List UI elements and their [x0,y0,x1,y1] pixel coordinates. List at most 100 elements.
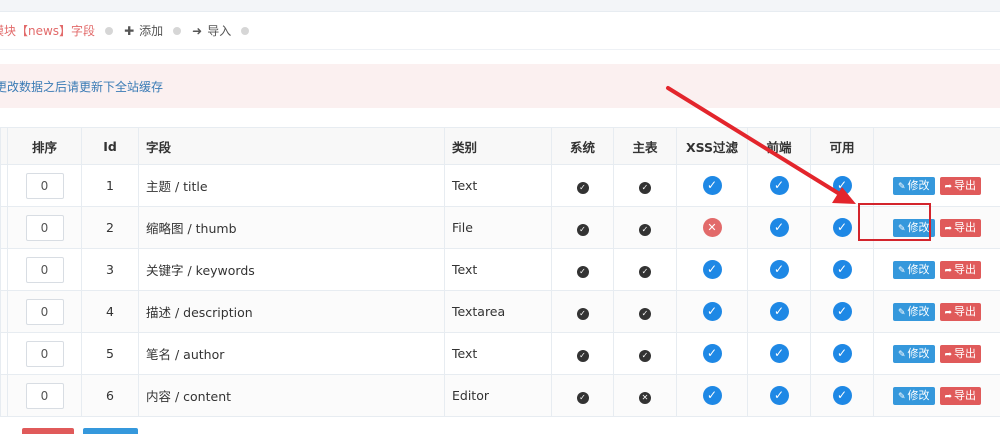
system-cell: ✓ [551,164,614,207]
edit-button[interactable]: ✎ 修改 [892,176,935,195]
header-main: 主表 [613,127,677,165]
enabled-check-icon[interactable]: ✓ [832,176,852,195]
enabled-cell: ✓ [810,332,874,375]
export-button[interactable]: ➦ 导出 [939,344,982,363]
export-button[interactable]: ➦ 导出 [939,386,982,405]
actions-cell: ✎ 修改 ➦ 导出 [873,290,1000,333]
type-cell: Text [444,164,552,207]
xss-check-icon[interactable]: ✓ [702,302,722,321]
enabled-cell: ✓ [810,248,874,291]
order-input[interactable] [25,298,64,325]
row-checkbox-cell[interactable] [0,290,8,333]
main-check-icon: ✓ [639,349,651,362]
xss-check-icon[interactable]: ✓ [702,260,722,279]
id-cell: 6 [81,374,139,417]
alert-text: 更改数据之后请更新下全站缓存 [0,79,164,94]
enabled-check-icon[interactable]: ✓ [832,302,852,321]
edit-button[interactable]: ✎ 修改 [892,344,935,363]
order-input[interactable] [25,172,64,199]
main-check-icon: ✓ [639,265,651,278]
table-row: 1主题 / titleText ✓ ✓ ✓ ✓ ✓ ✎修改➦导出 [0,164,1000,207]
row-checkbox-cell[interactable] [0,164,8,207]
export-icon: ➦ [944,181,953,192]
export-icon: ➦ [944,307,953,318]
xss-x-icon[interactable]: ✕ [702,218,722,237]
select-all-header[interactable] [0,127,8,165]
tab-bar: 模块【news】字段 ✚ 添加 ➜ 导入 [0,12,1000,50]
system-cell: ✓ [551,290,614,333]
tab-import[interactable]: ➜ 导入 [192,22,231,39]
row-checkbox-cell[interactable] [0,332,8,375]
field-cell: 主题 / title [138,164,445,207]
order-input[interactable] [25,340,64,367]
front-check-icon[interactable]: ✓ [769,386,789,405]
header-xss: XSS过滤 [676,127,748,165]
xss-check-icon[interactable]: ✓ [702,386,722,405]
table-row: 4描述 / descriptionTextarea ✓ ✓ ✓ ✓ ✓ ✎修改➦导出 [0,290,1000,333]
edit-icon: ✎ [897,307,906,318]
front-check-icon[interactable]: ✓ [769,176,789,195]
header-system: 系统 [551,127,614,165]
order-input[interactable] [25,382,64,409]
system-cell: ✓ [551,332,614,375]
header-actions [873,127,1000,165]
type-cell: Text [444,248,552,291]
order-input[interactable] [25,256,64,283]
row-checkbox-cell[interactable] [0,206,8,249]
main-cell: ✓ [613,248,677,291]
front-check-icon[interactable]: ✓ [769,302,789,321]
main-cell: ✕ [613,374,677,417]
export-icon: ➦ [944,391,953,402]
enabled-cell: ✓ [810,164,874,207]
xss-check-icon[interactable]: ✓ [702,344,722,363]
edit-button[interactable]: ✎ 修改 [892,386,935,405]
enabled-check-icon[interactable]: ✓ [832,260,852,279]
edit-icon: ✎ [897,265,906,276]
system-check-icon: ✓ [576,223,589,236]
xss-check-icon[interactable]: ✓ [702,176,722,195]
tab-label: 模块【news】字段 [0,24,96,38]
export-button[interactable]: ➦ 导出 [939,260,982,279]
separator-dot [105,26,114,35]
edit-button[interactable]: ✎ 修改 [892,302,935,321]
row-checkbox-cell[interactable] [0,374,8,417]
system-cell: ✓ [551,248,614,291]
order-input[interactable] [25,214,64,241]
edit-button[interactable]: ✎ 修改 [892,260,935,279]
edit-button[interactable]: ✎ 修改 [892,218,935,237]
xss-cell: ✕ [676,206,748,249]
bottom-delete-button[interactable] [22,428,74,434]
main-cell: ✓ [613,332,677,375]
export-icon: ➦ [944,223,953,234]
export-button[interactable]: ➦ 导出 [939,302,982,321]
system-check-icon: ✓ [576,391,589,404]
front-check-icon[interactable]: ✓ [769,344,789,363]
order-cell [7,332,82,375]
system-check-icon: ✓ [576,307,589,320]
system-check-icon: ✓ [576,265,589,278]
top-strip [0,0,1000,12]
export-button[interactable]: ➦ 导出 [939,218,982,237]
front-check-icon[interactable]: ✓ [769,218,789,237]
front-cell: ✓ [747,374,811,417]
id-cell: 2 [81,206,139,249]
main-check-icon: ✓ [639,181,651,194]
system-check-icon: ✓ [576,349,589,362]
xss-cell: ✓ [676,164,748,207]
enabled-check-icon[interactable]: ✓ [832,386,852,405]
front-check-icon[interactable]: ✓ [769,260,789,279]
export-button[interactable]: ➦ 导出 [939,176,982,195]
front-cell: ✓ [747,164,811,207]
tab-add[interactable]: ✚ 添加 [124,22,163,39]
enabled-check-icon[interactable]: ✓ [832,344,852,363]
tab-module-fields[interactable]: 模块【news】字段 [0,22,95,39]
table-row: 5笔名 / authorText ✓ ✓ ✓ ✓ ✓ ✎修改➦导出 [0,332,1000,375]
main-x-icon: ✕ [639,391,651,404]
enabled-cell: ✓ [810,374,874,417]
separator-dot [173,26,182,35]
field-cell: 描述 / description [138,290,445,333]
enabled-check-icon[interactable]: ✓ [832,218,852,237]
bottom-save-button[interactable] [83,428,138,434]
header-order: 排序 [7,127,82,165]
row-checkbox-cell[interactable] [0,248,8,291]
